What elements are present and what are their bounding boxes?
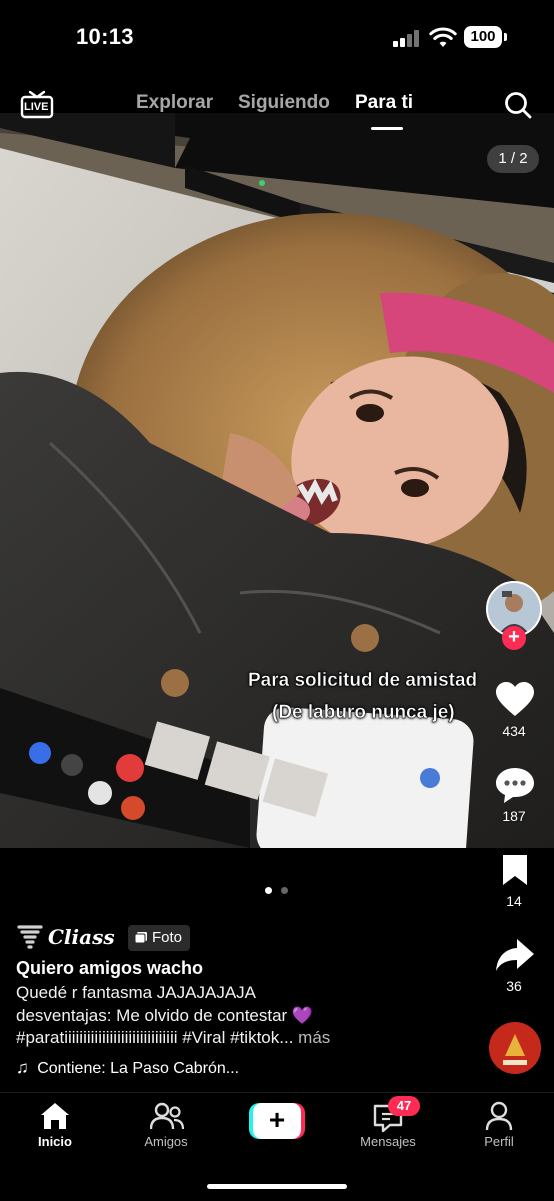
description-line-3: #paratiiiiiiiiiiiiiiiiiiiiiiiiiiiiii #Vi… bbox=[16, 1027, 456, 1050]
photo-mode-label: Foto bbox=[152, 929, 183, 946]
create-post-button[interactable]: + bbox=[249, 1103, 305, 1139]
battery-cap bbox=[504, 33, 507, 41]
like-count: 434 bbox=[502, 723, 526, 739]
music-disc[interactable] bbox=[489, 1022, 541, 1074]
tab-explorar[interactable]: Explorar bbox=[136, 92, 213, 114]
more-link[interactable]: más bbox=[298, 1028, 330, 1047]
live-label: LIVE bbox=[24, 101, 49, 113]
comment-count: 187 bbox=[502, 808, 526, 824]
profile-icon[interactable] bbox=[485, 1101, 513, 1131]
search-icon[interactable] bbox=[503, 90, 533, 120]
nav-mensajes-label[interactable]: Mensajes bbox=[348, 1134, 428, 1149]
music-note-icon: ♫ bbox=[16, 1058, 29, 1077]
photo-stack-icon bbox=[134, 932, 147, 944]
nav-inicio-label[interactable]: Inicio bbox=[15, 1134, 95, 1149]
wifi-icon bbox=[429, 27, 457, 47]
comment-icon[interactable] bbox=[495, 766, 535, 804]
bookmark-icon[interactable] bbox=[500, 853, 530, 887]
description-line-1: Quedé r fantasma JAJAJAJAJA bbox=[16, 983, 256, 1002]
share-count: 36 bbox=[506, 978, 522, 994]
post-photo[interactable]: Para solicitud de amistad (De laburo nun… bbox=[0, 113, 554, 848]
nav-perfil-label[interactable]: Perfil bbox=[459, 1134, 539, 1149]
home-indicator bbox=[207, 1184, 347, 1189]
description-line-2: desventajas: Me olvido de contestar 💜 bbox=[16, 1005, 314, 1025]
save-count: 14 bbox=[506, 893, 522, 909]
friends-icon[interactable] bbox=[150, 1102, 184, 1130]
cellular-signal-icon bbox=[393, 29, 423, 47]
pager-dot-active bbox=[265, 887, 272, 894]
nav-amigos-label[interactable]: Amigos bbox=[126, 1134, 206, 1149]
live-button[interactable]: LIVE bbox=[20, 88, 54, 120]
photo-counter: 1 / 2 bbox=[487, 145, 539, 173]
username[interactable]: Cliass bbox=[48, 925, 115, 949]
tab-para-ti[interactable]: Para ti bbox=[355, 92, 413, 114]
battery-indicator: 100 bbox=[464, 26, 502, 48]
follow-plus-button[interactable]: + bbox=[502, 626, 526, 650]
messages-badge: 47 bbox=[388, 1096, 420, 1116]
photo-mode-badge: Foto bbox=[128, 925, 191, 951]
tornado-emoji-icon bbox=[17, 925, 43, 949]
pager-dot bbox=[281, 887, 288, 894]
overlay-text-line-1: Para solicitud de amistad bbox=[248, 670, 478, 691]
home-icon[interactable] bbox=[39, 1101, 71, 1131]
active-tab-indicator bbox=[371, 127, 403, 130]
tab-siguiendo[interactable]: Siguiendo bbox=[238, 92, 330, 114]
music-info[interactable]: ♫ Contiene: La Paso Cabrón... bbox=[16, 1058, 239, 1078]
post-description[interactable]: Quedé r fantasma JAJAJAJAJA desventajas:… bbox=[16, 982, 456, 1050]
music-title: Contiene: La Paso Cabrón... bbox=[37, 1060, 240, 1077]
music-disc-art-icon bbox=[489, 1022, 541, 1074]
post-title: Quiero amigos wacho bbox=[16, 958, 204, 978]
status-time: 10:13 bbox=[76, 24, 134, 49]
plus-icon: + bbox=[253, 1103, 301, 1139]
description-hashtags[interactable]: #paratiiiiiiiiiiiiiiiiiiiiiiiiiiiiii #Vi… bbox=[16, 1028, 293, 1047]
overlay-text-line-2: (De laburo nunca je) bbox=[272, 702, 455, 723]
photo-illustration bbox=[0, 113, 554, 848]
share-icon[interactable] bbox=[495, 937, 535, 973]
plus-icon: + bbox=[508, 626, 520, 648]
heart-icon[interactable] bbox=[495, 682, 535, 718]
